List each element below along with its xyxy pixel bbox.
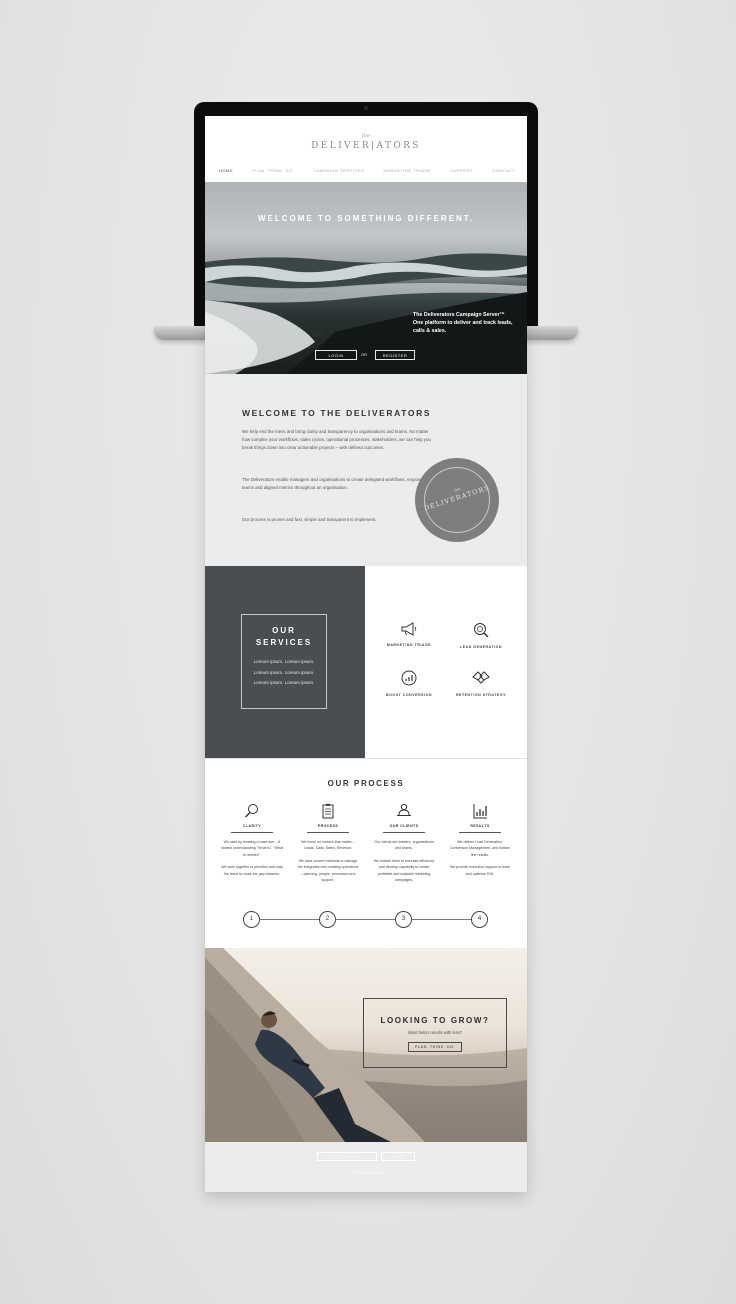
target-search-icon	[474, 623, 489, 638]
process-text: We enable them to increase efficiency an…	[373, 858, 435, 883]
submit-button[interactable]: SUBMIT	[381, 1152, 415, 1161]
nav-marketing-triage[interactable]: MARKETING TRIAGE	[383, 168, 431, 173]
service-label: RETENTION STRATEGY	[455, 693, 507, 697]
ocean-shore-image	[205, 253, 527, 374]
welcome-paragraph-2: The Deliverators enable managers and org…	[242, 477, 430, 490]
process-text: We provide execution support to track an…	[449, 865, 511, 876]
process-text: We work together to prioritise and map t…	[221, 865, 283, 876]
person-desk-icon	[397, 803, 411, 816]
grow-section: LOOKING TO GROW? Want better results wit…	[205, 948, 527, 1142]
clipboard-icon	[322, 803, 334, 819]
deliverators-stamp-icon: the DELIVERATORS	[415, 458, 499, 542]
copyright: © The Deliverators 2016	[348, 1171, 384, 1175]
process-steps: 1 2 3 4	[243, 911, 489, 929]
step-4[interactable]: 4	[471, 911, 488, 928]
camera-icon	[364, 106, 368, 110]
process-column-our-clients: OUR CLIENTS Our clients are leaders, org…	[373, 803, 435, 883]
nav-plan-think-do[interactable]: PLAN. THINK. DO.	[252, 168, 294, 173]
hero-tagline: The Deliverators Campaign Server™ One pl…	[413, 312, 513, 336]
services-panel: OUR SERVICES Loreum ipsum. Loreum ipsum.…	[205, 566, 365, 758]
service-boost-conversion[interactable]: BOOST CONVERSION	[377, 670, 441, 697]
services-grid: MARKETING TRIAGE LEAD GENERATION BOOST C…	[365, 566, 527, 758]
service-marketing-triage[interactable]: MARKETING TRIAGE	[377, 622, 441, 647]
step-connector	[412, 919, 471, 920]
step-connector	[336, 919, 395, 920]
process-column-results: RESULTS We deliver Lead Generation, Conv…	[449, 803, 511, 877]
services-body: Loreum ipsum. Loreum ipsum. Loreum ipsum…	[253, 659, 315, 685]
services-box: OUR SERVICES Loreum ipsum. Loreum ipsum.…	[241, 614, 327, 709]
process-section: OUR PROCESS CLARITY We start by creating…	[205, 758, 527, 948]
process-label: RESULTS	[459, 824, 501, 833]
nav-campaign-services[interactable]: CAMPAIGN SERVICES	[313, 168, 364, 173]
process-label: PROCESS	[307, 824, 349, 833]
magnifier-icon	[245, 804, 258, 818]
welcome-paragraph-3: Our process is proven and fast, simple a…	[242, 517, 377, 522]
process-text: We have proven methods to manage the int…	[297, 858, 359, 883]
grow-cta-box: LOOKING TO GROW? Want better results wit…	[363, 998, 507, 1068]
hero-tagline-title: The Deliverators Campaign Server™	[413, 312, 505, 318]
services-title-line2: SERVICES	[255, 638, 313, 647]
growth-chart-icon	[401, 670, 417, 686]
services-title-line1: OUR	[272, 626, 296, 635]
step-1[interactable]: 1	[243, 911, 260, 928]
logo-prefix: the	[361, 133, 371, 139]
hero-title: WELCOME TO SOMETHING DIFFERENT.	[257, 214, 475, 223]
service-label: LEAD GENERATION	[460, 645, 502, 649]
grow-title: LOOKING TO GROW?	[380, 1016, 490, 1025]
welcome-paragraph-1: We help end the mess and bring clarity a…	[242, 429, 431, 450]
process-column-process: PROCESS We focus on metrics that matter …	[297, 803, 359, 883]
site-logo[interactable]: DELIVER|ATORS	[205, 141, 527, 151]
site-header: the DELIVER|ATORS HOME PLAN. THINK. DO. …	[205, 116, 527, 182]
main-nav: HOME PLAN. THINK. DO. CAMPAIGN SERVICES …	[219, 168, 515, 173]
nav-support[interactable]: SUPPORT	[450, 168, 473, 173]
hero-tagline-body: One platform to deliver and track leads,…	[413, 319, 513, 334]
process-label: CLARITY	[231, 824, 273, 833]
welcome-section: WELCOME TO THE DELIVERATORS We help end …	[205, 374, 527, 566]
nav-home[interactable]: HOME	[219, 168, 233, 173]
process-text: We deliver Lead Generation, Conversion M…	[449, 840, 511, 857]
process-label: OUR CLIENTS	[383, 824, 425, 833]
process-column-clarity: CLARITY We start by creating a base-line…	[221, 803, 283, 877]
welcome-title: WELCOME TO THE DELIVERATORS	[242, 408, 432, 418]
process-text: Our clients are leaders, organisations a…	[374, 840, 434, 851]
process-text: We start by creating a base-line – A sha…	[221, 840, 283, 857]
register-button[interactable]: REGISTER	[375, 350, 415, 360]
login-button[interactable]: LOGIN	[315, 350, 357, 360]
hero-banner: WELCOME TO SOMETHING DIFFERENT. The Deli…	[205, 182, 527, 374]
service-label: MARKETING TRIAGE	[386, 643, 432, 647]
website-page: the DELIVER|ATORS HOME PLAN. THINK. DO. …	[205, 116, 527, 1192]
service-lead-generation[interactable]: LEAD GENERATION	[449, 622, 513, 649]
process-title: OUR PROCESS	[327, 779, 405, 788]
nav-contact[interactable]: CONTACT	[492, 168, 515, 173]
handshake-icon	[472, 671, 490, 684]
email-input[interactable]: ENTER YOUR EMAIL	[317, 1152, 377, 1161]
service-retention-strategy[interactable]: RETENTION STRATEGY	[449, 670, 513, 697]
step-2[interactable]: 2	[319, 911, 336, 928]
services-section: OUR SERVICES Loreum ipsum. Loreum ipsum.…	[205, 566, 527, 758]
step-connector	[260, 919, 319, 920]
bar-chart-icon	[473, 804, 487, 819]
step-3[interactable]: 3	[395, 911, 412, 928]
services-title: OUR SERVICES	[242, 625, 326, 649]
or-label: OR	[361, 352, 367, 357]
service-label: BOOST CONVERSION	[386, 693, 432, 697]
megaphone-icon	[401, 622, 417, 636]
plan-think-do-button[interactable]: PLAN. THINK. DO.	[407, 1042, 463, 1052]
process-text: We focus on metrics that matter – Leads,…	[301, 840, 355, 851]
site-footer: ENTER YOUR EMAIL SUBMIT © The Deliverato…	[205, 1142, 527, 1192]
grow-subtitle: Want better results with less?	[407, 1030, 463, 1035]
